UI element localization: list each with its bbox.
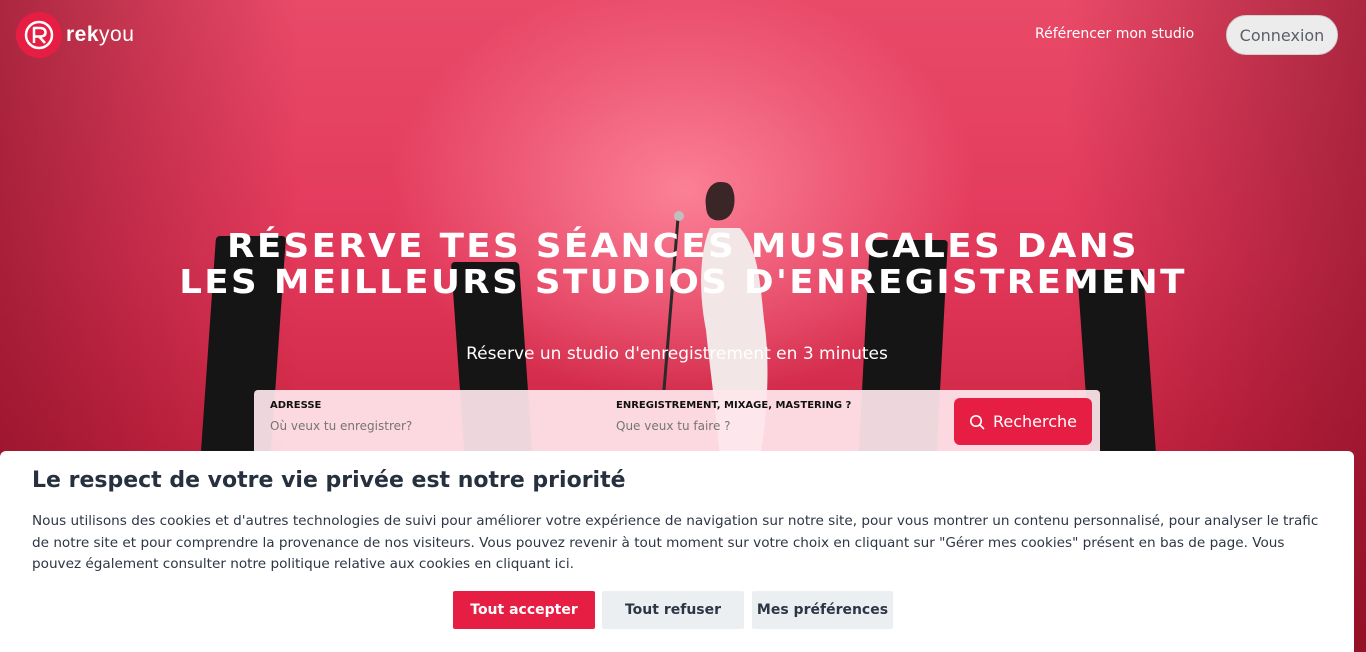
hero-subline: Réserve un studio d'enregistrement en 3 … — [466, 344, 888, 364]
address-label: ADRESSE — [270, 400, 322, 411]
address-field: ADRESSE — [270, 400, 590, 434]
cookie-text: Nous utilisons des cookies et d'autres t… — [32, 513, 1319, 572]
list-studio-link[interactable]: Référencer mon studio — [1035, 26, 1194, 42]
accept-all-button[interactable]: Tout accepter — [453, 591, 595, 629]
cookie-title: Le respect de votre vie privée est notre… — [32, 468, 626, 493]
search-bar: ADRESSE ENREGISTREMENT, MIXAGE, MASTERIN… — [254, 390, 1100, 460]
service-label: ENREGISTREMENT, MIXAGE, MASTERING ? — [616, 400, 852, 411]
login-button[interactable]: Connexion — [1226, 15, 1338, 55]
brand-logo[interactable]: rekyou — [16, 12, 134, 58]
preferences-button[interactable]: Mes préférences — [752, 591, 893, 629]
search-button-label: Recherche — [992, 412, 1078, 431]
service-input[interactable] — [616, 419, 916, 433]
address-input[interactable] — [270, 419, 570, 433]
headline-line-1: RÉSERVE TES SÉANCES MUSICALES DANS — [227, 226, 1139, 265]
brand-name: rekyou — [66, 23, 135, 46]
refuse-all-button[interactable]: Tout refuser — [602, 591, 744, 629]
headline-line-2: LES MEILLEURS STUDIOS D'ENREGISTREMENT — [179, 262, 1187, 301]
cookie-banner: Le respect de votre vie privée est notre… — [0, 451, 1354, 652]
hero-headline: RÉSERVE TES SÉANCES MUSICALES DANS LES M… — [107, 228, 1258, 300]
service-field: ENREGISTREMENT, MIXAGE, MASTERING ? — [616, 400, 936, 434]
rekyou-logo-icon — [16, 12, 62, 58]
search-button[interactable]: Recherche — [954, 398, 1092, 445]
search-icon — [969, 414, 985, 429]
